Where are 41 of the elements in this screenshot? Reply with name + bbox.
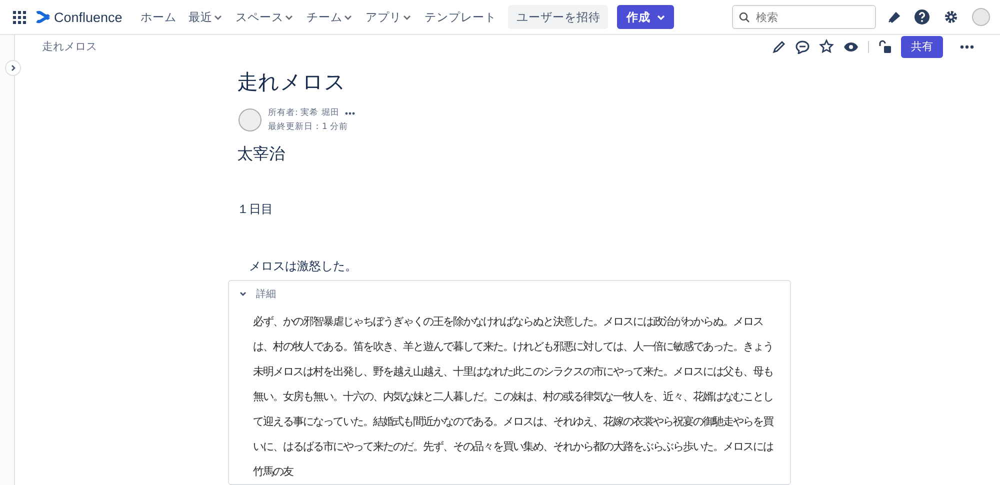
paragraph: メロスは激怒した。 — [249, 258, 358, 275]
edit-icon[interactable] — [772, 40, 786, 54]
app-switcher-icon[interactable] — [13, 10, 26, 24]
author-text: 太宰治 — [237, 144, 286, 165]
chevron-right-icon — [9, 64, 17, 72]
nav-menu[interactable]: チーム — [300, 3, 360, 31]
chevron-down-icon — [656, 13, 666, 21]
eye-icon[interactable] — [843, 40, 859, 52]
section-heading: １日目 — [237, 201, 274, 218]
chevron-down-icon — [239, 290, 247, 298]
nav-menu[interactable]: アプリ — [359, 3, 418, 31]
page-title: 走れメロス — [237, 69, 347, 96]
more-options-icon[interactable] — [960, 44, 974, 48]
nav-menu[interactable]: テンプレート — [418, 3, 502, 31]
search-icon — [739, 12, 750, 22]
create-button[interactable]: 作成 — [617, 5, 674, 29]
nav-menu[interactable]: スペース — [229, 3, 300, 31]
settings-icon[interactable] — [943, 9, 959, 25]
unlocked-padlock-icon[interactable] — [878, 40, 892, 54]
owner-text: 所有者: 実希 堀田 — [268, 106, 340, 120]
star-icon[interactable] — [819, 39, 834, 54]
avatar-icon — [238, 108, 262, 132]
chevron-down-icon — [284, 13, 294, 21]
help-icon[interactable] — [914, 9, 930, 25]
chevron-down-icon — [402, 13, 412, 21]
more-options-icon[interactable] — [345, 112, 356, 114]
paragraph: 必ず、かの邪智暴虐じゃちぼうぎゃくの王を除かなければならぬと決意した。メロスには政治がわからぬ。メロスは、村の牧人である。笛を吹き、羊と遊んで暮して来た。けれども邪悪に対しては、人一倍に敏感であった。きょう未明メロスは村を出発し、野を越え山越え、十里はなれた此このシラクスの市にやって来た。メロスには父も、母も無い。女房も無い。十六の、内気な妹と二人暮しだ。この妹は、村の或る律気な一牧人を、近々、花婿はなむことして迎える事になっていた。結婚式も間近かなのである。メロスは、それゆえ、花嫁の衣裳やら祝宴の御馳走やらを買いに、はるばる市にやって来たのだ。先ず、その品々を買い集め、それから都の大路をぶらぶら歩いた。メロスには竹馬の友 — [253, 314, 774, 480]
expand-sidebar-button[interactable] — [5, 60, 21, 76]
chevron-down-icon — [213, 13, 224, 21]
nav-menu[interactable]: ホーム — [134, 3, 182, 31]
logo[interactable]: Confluence — [36, 10, 122, 24]
expand-toggle[interactable]: 詳細 — [229, 285, 286, 303]
share-button[interactable]: 共有 — [901, 36, 943, 58]
chevron-down-icon — [343, 13, 354, 21]
logo-icon — [36, 10, 50, 24]
nav-menu[interactable]: 最近 — [182, 3, 230, 31]
search-field[interactable]: 検索 — [732, 5, 876, 29]
breadcrumb-link[interactable]: 走れメロス — [42, 39, 97, 54]
comment-icon[interactable] — [795, 40, 810, 54]
last-updated-text: 最終更新日：1 分前 — [268, 121, 350, 134]
invite-button[interactable]: ユーザーを招待 — [508, 5, 608, 29]
